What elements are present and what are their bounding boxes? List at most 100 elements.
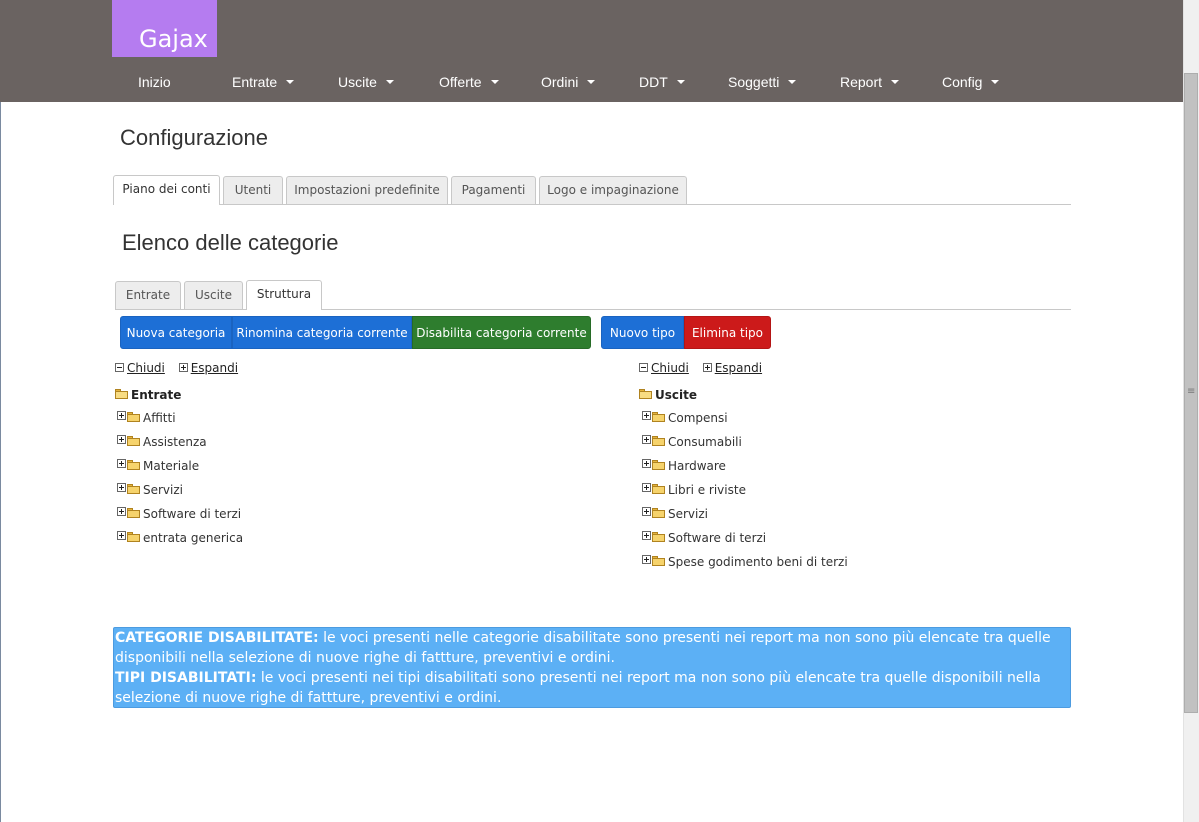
rename-category-button[interactable]: Rinomina categoria corrente bbox=[232, 316, 412, 349]
tree-item[interactable]: entrata generica bbox=[117, 530, 243, 546]
caret-down-icon bbox=[587, 80, 596, 85]
new-category-button[interactable]: Nuova categoria bbox=[120, 316, 232, 349]
info-types-label: TIPI DISABILITATI: bbox=[115, 670, 257, 686]
nav-label: Ordini bbox=[541, 74, 579, 90]
collapse-icon bbox=[115, 363, 124, 372]
tree-root-label: Entrate bbox=[131, 388, 182, 402]
expand-icon bbox=[178, 363, 188, 372]
expand-node-icon[interactable] bbox=[117, 531, 126, 540]
nav-inizio[interactable]: Inizio bbox=[138, 73, 171, 91]
delete-type-button[interactable]: Elimina tipo bbox=[684, 316, 771, 349]
right-tree-controls: Chiudi Espandi bbox=[639, 361, 772, 375]
nav-ddt[interactable]: DDT bbox=[639, 73, 685, 91]
left-tree-controls: Chiudi Espandi bbox=[115, 361, 248, 375]
tree-item[interactable]: Consumabili bbox=[642, 434, 742, 450]
disable-category-button[interactable]: Disabilita categoria corrente bbox=[412, 316, 591, 349]
tree-item[interactable]: Assistenza bbox=[117, 434, 207, 450]
tree-item[interactable]: Compensi bbox=[642, 410, 728, 426]
folder-icon bbox=[127, 435, 141, 446]
tree-item-label: Spese godimento beni di terzi bbox=[668, 555, 848, 569]
tab-impostazioni-predefinite[interactable]: Impostazioni predefinite bbox=[286, 176, 448, 204]
nav-label: Inizio bbox=[138, 74, 171, 90]
caret-down-icon bbox=[891, 80, 900, 85]
new-type-button[interactable]: Nuovo tipo bbox=[601, 316, 684, 349]
info-categories-label: CATEGORIE DISABILITATE: bbox=[115, 630, 319, 646]
caret-down-icon bbox=[676, 80, 685, 85]
expand-all-link[interactable]: Espandi bbox=[191, 361, 238, 375]
tree-item-label: Hardware bbox=[668, 459, 726, 473]
collapse-all-link[interactable]: Chiudi bbox=[651, 361, 689, 375]
expand-all-link[interactable]: Espandi bbox=[715, 361, 762, 375]
tree-item[interactable]: Hardware bbox=[642, 458, 726, 474]
folder-icon bbox=[127, 483, 141, 494]
tab-utenti[interactable]: Utenti bbox=[223, 176, 283, 204]
subtab-uscite[interactable]: Uscite bbox=[184, 281, 243, 309]
tree-item-label: Consumabili bbox=[668, 435, 742, 449]
tab-pagamenti[interactable]: Pagamenti bbox=[451, 176, 536, 204]
nav-label: Report bbox=[840, 74, 883, 90]
nav-label: Entrate bbox=[232, 74, 278, 90]
app-logo[interactable]: Gajax bbox=[112, 0, 217, 57]
tab-piano-dei-conti[interactable]: Piano dei conti bbox=[113, 175, 220, 205]
expand-node-icon[interactable] bbox=[642, 435, 651, 444]
tree-item[interactable]: Spese godimento beni di terzi bbox=[642, 554, 848, 570]
nav-ordini[interactable]: Ordini bbox=[541, 73, 596, 91]
section-title: Elenco delle categorie bbox=[122, 230, 339, 255]
tree-item[interactable]: Software di terzi bbox=[117, 506, 241, 522]
folder-icon bbox=[127, 531, 141, 542]
folder-icon bbox=[127, 507, 141, 518]
expand-node-icon[interactable] bbox=[117, 411, 126, 420]
tree-item-label: entrata generica bbox=[143, 531, 244, 545]
folder-icon bbox=[652, 555, 666, 566]
tree-item-label: Servizi bbox=[143, 483, 184, 497]
caret-down-icon bbox=[385, 80, 394, 85]
folder-icon bbox=[652, 483, 666, 494]
tree-item-label: Software di terzi bbox=[143, 507, 242, 521]
nav-entrate[interactable]: Entrate bbox=[232, 73, 295, 91]
folder-icon bbox=[652, 411, 666, 422]
subtab-entrate[interactable]: Entrate bbox=[115, 281, 181, 309]
tree-item-label: Compensi bbox=[668, 411, 728, 425]
tree-item[interactable]: Servizi bbox=[642, 506, 708, 522]
tree-item[interactable]: Affitti bbox=[117, 410, 176, 426]
expand-node-icon[interactable] bbox=[117, 507, 126, 516]
caret-down-icon bbox=[286, 80, 295, 85]
nav-uscite[interactable]: Uscite bbox=[338, 73, 394, 91]
folder-icon bbox=[652, 459, 666, 470]
tree-item-label: Materiale bbox=[143, 459, 200, 473]
folder-icon bbox=[652, 435, 666, 446]
expand-node-icon[interactable] bbox=[642, 531, 651, 540]
expand-node-icon[interactable] bbox=[117, 459, 126, 468]
expand-node-icon[interactable] bbox=[117, 483, 126, 492]
folder-open-icon bbox=[115, 388, 129, 399]
tree-item[interactable]: Software di terzi bbox=[642, 530, 766, 546]
nav-offerte[interactable]: Offerte bbox=[439, 73, 499, 91]
info-panel: CATEGORIE DISABILITATE: le voci presenti… bbox=[113, 627, 1071, 708]
expand-node-icon[interactable] bbox=[117, 435, 126, 444]
tree-root-entrate[interactable]: Entrate bbox=[115, 388, 181, 402]
expand-node-icon[interactable] bbox=[642, 459, 651, 468]
subtab-struttura[interactable]: Struttura bbox=[246, 280, 322, 310]
tree-item-label: Affitti bbox=[143, 411, 176, 425]
collapse-all-link[interactable]: Chiudi bbox=[127, 361, 165, 375]
nav-config[interactable]: Config bbox=[942, 73, 1000, 91]
folder-icon bbox=[652, 531, 666, 542]
expand-node-icon[interactable] bbox=[642, 555, 651, 564]
expand-node-icon[interactable] bbox=[642, 507, 651, 516]
caret-down-icon bbox=[991, 80, 1000, 85]
tree-item-label: Libri e riviste bbox=[668, 483, 746, 497]
nav-label: DDT bbox=[639, 74, 668, 90]
nav-soggetti[interactable]: Soggetti bbox=[728, 73, 797, 91]
tree-root-uscite[interactable]: Uscite bbox=[639, 388, 697, 402]
tree-item[interactable]: Servizi bbox=[117, 482, 183, 498]
tree-item[interactable]: Libri e riviste bbox=[642, 482, 746, 498]
window-edge bbox=[0, 102, 1, 822]
nav-report[interactable]: Report bbox=[840, 73, 900, 91]
collapse-icon bbox=[639, 363, 648, 372]
tree-item[interactable]: Materiale bbox=[117, 458, 199, 474]
tab-logo-e-impaginazione[interactable]: Logo e impaginazione bbox=[539, 176, 687, 204]
expand-node-icon[interactable] bbox=[642, 411, 651, 420]
folder-icon bbox=[127, 459, 141, 470]
expand-node-icon[interactable] bbox=[642, 483, 651, 492]
scrollbar-grip-icon: ≡ bbox=[1187, 386, 1196, 397]
